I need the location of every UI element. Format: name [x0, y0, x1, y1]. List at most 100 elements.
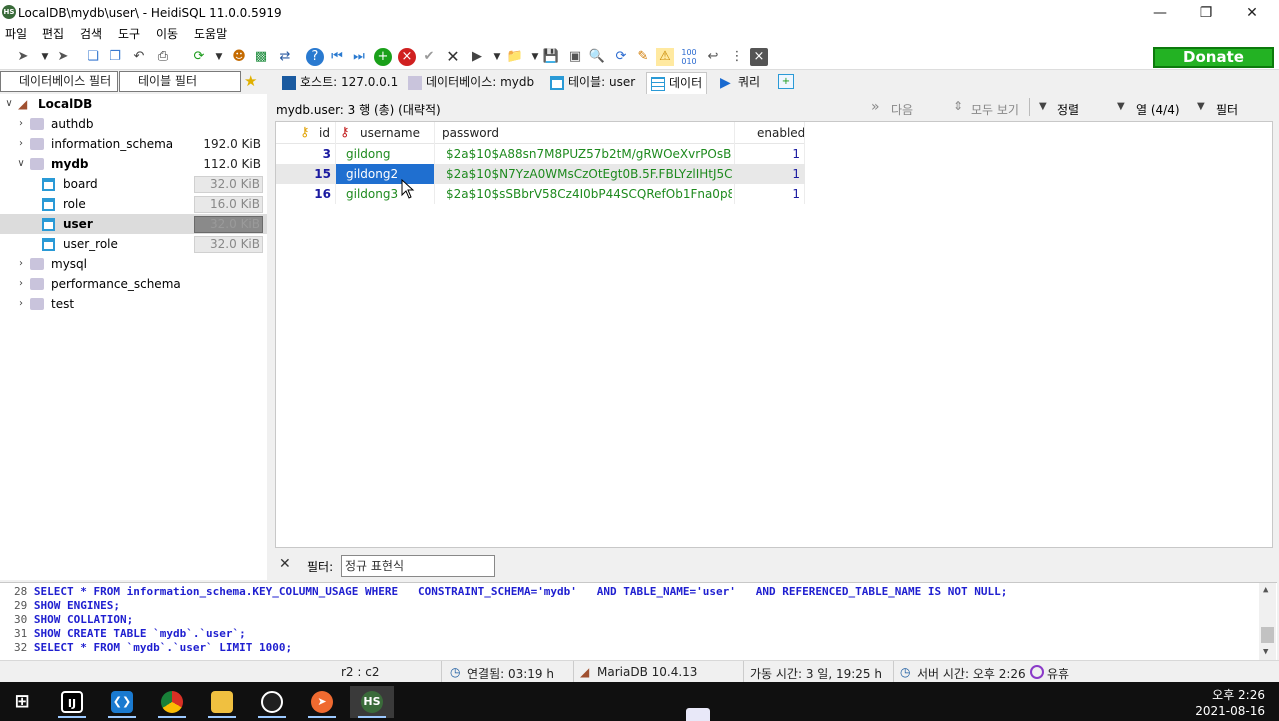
tree-item-mydb[interactable]: ∨ mydb 112.0 KiB — [0, 154, 267, 174]
taskbar-time[interactable]: 오후 2:26 — [1212, 686, 1265, 703]
columns-button[interactable]: 열 (4/4) — [1136, 101, 1180, 118]
tab-table[interactable]: 테이블: user — [546, 72, 639, 94]
language-indicator-icon[interactable] — [686, 708, 710, 721]
column-header-username[interactable]: username — [360, 122, 420, 144]
column-header-id[interactable]: id — [319, 122, 330, 144]
undo-icon[interactable]: ↶ — [130, 48, 148, 66]
postman-icon[interactable]: ➤ — [300, 686, 344, 718]
last-record-icon[interactable]: ⏭ — [350, 48, 368, 66]
cell-enabled[interactable]: 1 — [736, 164, 800, 184]
chevron-down-icon[interactable]: ∨ — [3, 94, 15, 114]
format-sql-icon[interactable]: ✎ — [634, 48, 652, 66]
table-filter-input[interactable]: 테이블 필터 — [119, 71, 241, 92]
chevron-right-icon[interactable]: › — [15, 274, 27, 294]
chevron-right-icon[interactable]: › — [15, 134, 27, 154]
menu-go[interactable]: 이동 — [156, 26, 178, 42]
tree-item-board[interactable]: board 32.0 KiB — [0, 174, 267, 194]
column-header-password[interactable]: password — [442, 122, 499, 144]
tab-database[interactable]: 데이터베이스: mydb — [404, 72, 538, 94]
scroll-up-icon[interactable]: ▲ — [1263, 585, 1268, 595]
save-snippet-icon[interactable]: ▣ — [566, 48, 584, 66]
transfer-icon[interactable]: ⇄ — [276, 48, 294, 66]
user-manager-icon[interactable]: ☻ — [230, 48, 248, 66]
search-icon[interactable]: 🔍 — [588, 48, 606, 66]
binary-icon[interactable]: 100 010 — [680, 48, 698, 66]
favorites-star-icon[interactable]: ★ — [244, 72, 257, 90]
table-row[interactable]: 3 gildong $2a$10$A88sn7M8PUZ57b2tM/gRWOe… — [276, 144, 805, 164]
tree-item-user[interactable]: user 32.0 KiB — [0, 214, 267, 234]
chevron-right-icon[interactable]: › — [15, 294, 27, 314]
disconnect-icon[interactable]: ➤ — [54, 48, 72, 66]
tree-item-test[interactable]: › test — [0, 294, 267, 314]
insert-row-icon[interactable]: + — [374, 48, 392, 66]
cell-enabled[interactable]: 1 — [736, 144, 800, 164]
find-replace-icon[interactable]: ⟳ — [612, 48, 630, 66]
cell-username[interactable]: gildong3 — [346, 184, 434, 204]
cell-id[interactable]: 16 — [276, 184, 331, 204]
more-icon[interactable]: ⋮ — [728, 48, 746, 66]
donate-button[interactable]: Donate — [1153, 47, 1274, 68]
sql-log-scrollbar[interactable]: ▲ ▼ — [1259, 583, 1276, 660]
chevron-right-icon[interactable]: › — [15, 114, 27, 134]
cell-username-selected[interactable]: gildong2 — [336, 164, 434, 184]
cell-id[interactable]: 15 — [276, 164, 331, 184]
tree-item-user-role[interactable]: user_role 32.0 KiB — [0, 234, 267, 254]
scroll-down-icon[interactable]: ▼ — [1263, 647, 1268, 657]
table-row[interactable]: 15 gildong2 $2a$10$N7YzA0WMsCzOtEgt0B.5F… — [276, 164, 805, 184]
close-button[interactable]: ✕ — [1229, 0, 1275, 26]
warning-toggle-icon[interactable]: ⚠ — [656, 48, 674, 66]
menu-tools[interactable]: 도구 — [118, 26, 140, 42]
windows-start-icon[interactable]: ⊞ — [0, 686, 44, 718]
database-filter-input[interactable]: 데이터베이스 필터 — [0, 71, 118, 92]
cell-password[interactable]: $2a$10$A88sn7M8PUZ57b2tM/gRWOeXvrPOsBXk.… — [446, 144, 732, 164]
intellij-icon[interactable]: IJ — [50, 686, 94, 718]
menu-search[interactable]: 검색 — [80, 26, 102, 42]
tree-item-information-schema[interactable]: › information_schema 192.0 KiB — [0, 134, 267, 154]
run-dropdown-icon[interactable]: ▼ — [488, 48, 506, 66]
stop-icon[interactable]: × — [750, 48, 768, 66]
column-header-enabled[interactable]: enabled — [757, 122, 805, 144]
menu-file[interactable]: 파일 — [5, 26, 27, 42]
obs-icon[interactable] — [250, 686, 294, 718]
export-icon[interactable]: ▩ — [252, 48, 270, 66]
post-icon[interactable]: ✔ — [420, 48, 438, 66]
panel-splitter[interactable] — [267, 94, 275, 580]
paste-icon[interactable]: ❐ — [106, 48, 124, 66]
tree-item-performance-schema[interactable]: › performance_schema — [0, 274, 267, 294]
tab-host[interactable]: 호스트: 127.0.0.1 — [278, 72, 402, 94]
refresh-dropdown-icon[interactable]: ▼ — [210, 48, 228, 66]
new-query-tab-icon[interactable]: + — [778, 74, 794, 89]
open-folder-icon[interactable]: 📁 — [506, 48, 524, 66]
show-all-button[interactable]: 모두 보기 — [971, 101, 1019, 118]
close-filter-icon[interactable]: ✕ — [279, 556, 291, 572]
chevron-down-icon[interactable]: ∨ — [15, 154, 27, 174]
cell-password[interactable]: $2a$10$sSBbrV58Cz4I0bP44SCQRefOb1Fna0p8Y… — [446, 184, 732, 204]
copy-icon[interactable]: ❏ — [84, 48, 102, 66]
cell-username[interactable]: gildong — [346, 144, 434, 164]
cell-password[interactable]: $2a$10$N7YzA0WMsCzOtEgt0B.5F.FBLYzlIHtJ5… — [446, 164, 732, 184]
first-record-icon[interactable]: ⏮ — [328, 48, 346, 66]
tab-query[interactable]: ▶ 쿼리 — [716, 72, 764, 94]
tab-data[interactable]: 데이터 — [646, 72, 708, 94]
regex-filter-input[interactable]: 정규 표현식 — [341, 555, 495, 577]
taskbar-date[interactable]: 2021-08-16 — [1195, 704, 1265, 718]
save-icon[interactable]: 💾 — [542, 48, 560, 66]
sort-button[interactable]: 정렬 — [1057, 101, 1079, 118]
delete-row-icon[interactable]: × — [398, 48, 416, 66]
table-row[interactable]: 16 gildong3 $2a$10$sSBbrV58Cz4I0bP44SCQR… — [276, 184, 805, 204]
minimize-button[interactable]: — — [1137, 0, 1183, 26]
cancel-edit-icon[interactable]: ✕ — [444, 48, 462, 66]
print-icon[interactable]: ⎙ — [154, 48, 172, 66]
tree-item-role[interactable]: role 16.0 KiB — [0, 194, 267, 214]
dropdown-arrow-icon[interactable]: ▼ — [36, 48, 54, 66]
chevron-right-icon[interactable]: › — [15, 254, 27, 274]
tree-item-mysql[interactable]: › mysql — [0, 254, 267, 274]
run-icon[interactable]: ▶ — [468, 48, 486, 66]
chrome-icon[interactable] — [150, 686, 194, 718]
next-button[interactable]: 다음 — [891, 101, 913, 118]
restore-button[interactable]: ❐ — [1183, 0, 1229, 26]
connect-icon[interactable]: ➤ — [14, 48, 32, 66]
cell-id[interactable]: 3 — [276, 144, 331, 164]
tree-item-authdb[interactable]: › authdb — [0, 114, 267, 134]
vscode-icon[interactable]: ❮❯ — [100, 686, 144, 718]
